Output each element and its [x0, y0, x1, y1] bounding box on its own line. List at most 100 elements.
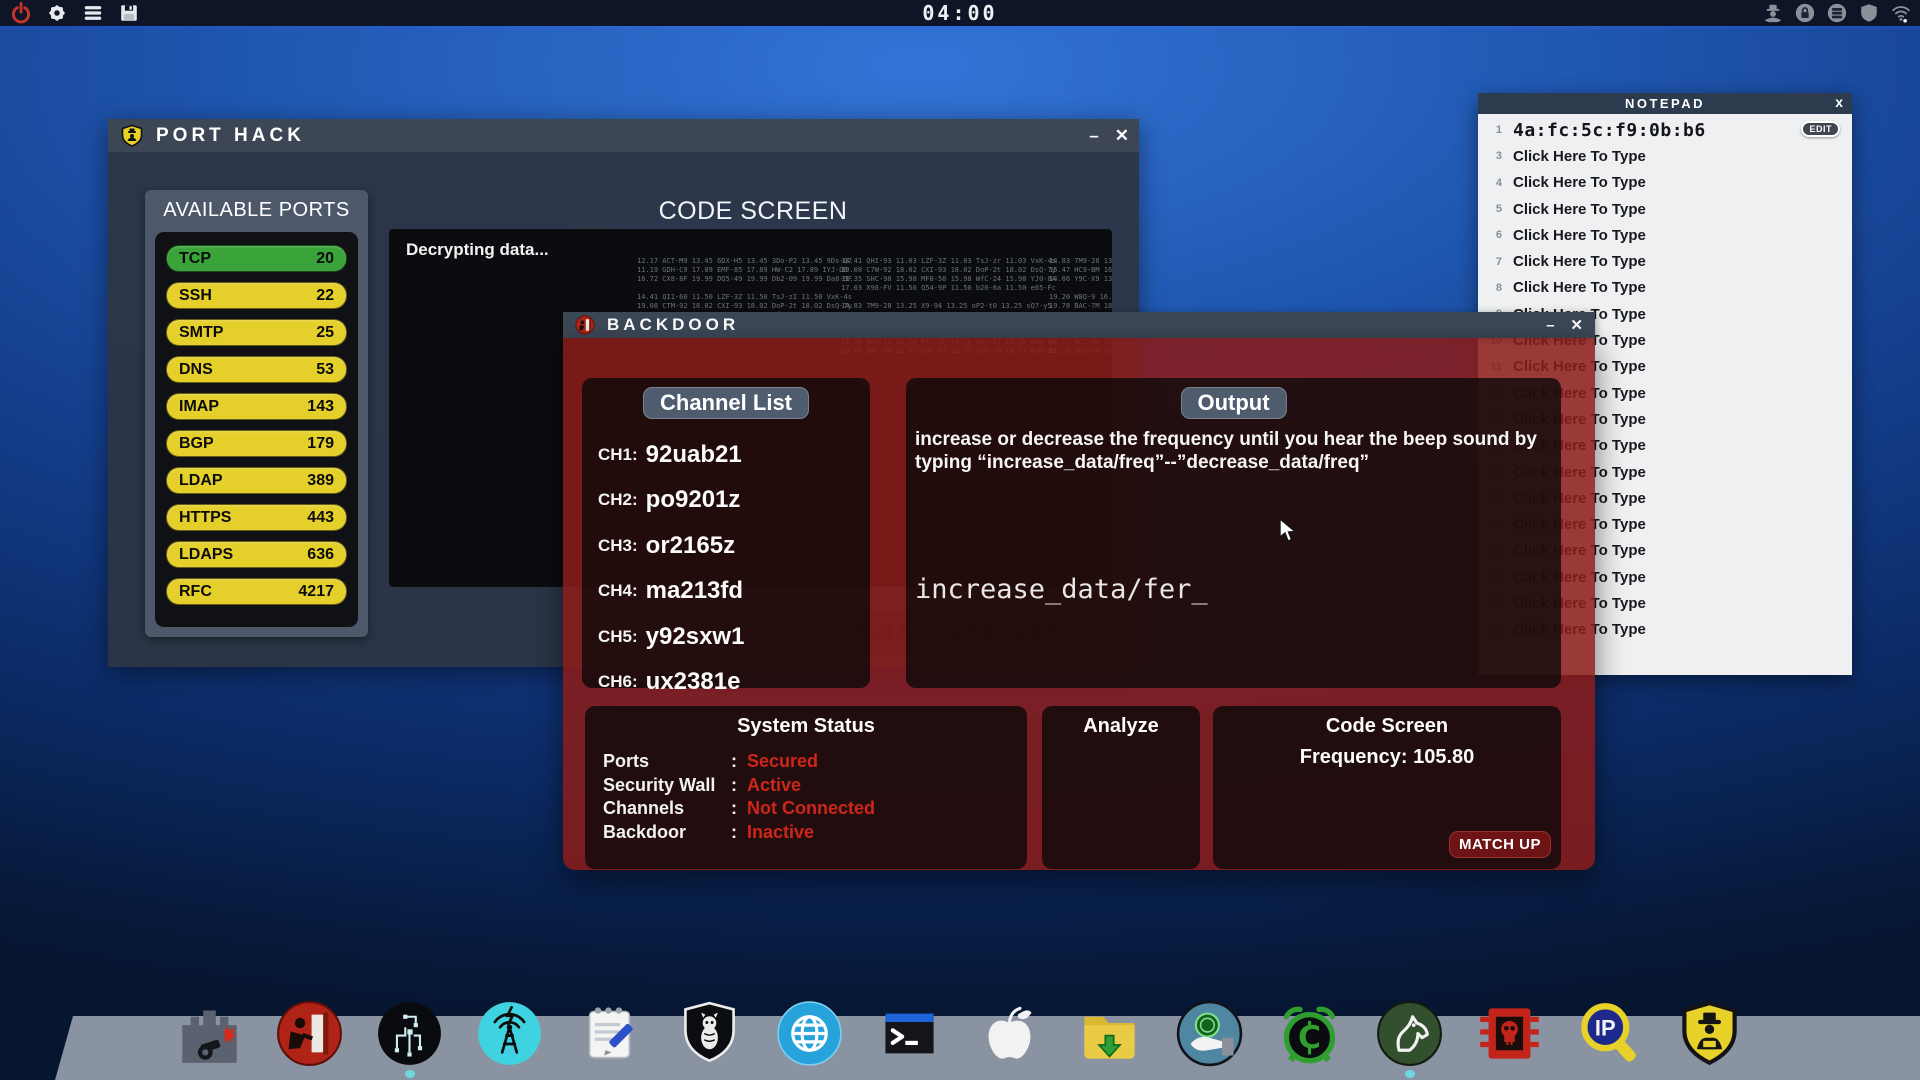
close-button[interactable]: x [1835, 94, 1843, 110]
notepad-line[interactable]: 3 Click Here To Type [1478, 143, 1852, 169]
match-up-button[interactable]: MATCH UP [1449, 831, 1551, 858]
apple-icon[interactable] [976, 1000, 1043, 1067]
output-instruction: increase or decrease the frequency until… [915, 428, 1551, 474]
close-button[interactable]: ✕ [1115, 126, 1129, 146]
top-menu-bar: 04:00 [0, 0, 1920, 26]
castle-cannon-icon[interactable] [176, 1000, 243, 1067]
channel-label: CH3: [598, 536, 638, 556]
decrypting-status: Decrypting data... [406, 240, 549, 260]
ports-list: TCP 20 SSH 22 SMTP 25 DNS 53 [155, 232, 358, 627]
line-text[interactable]: Click Here To Type [1513, 279, 1646, 296]
available-ports-title: AVAILABLE PORTS [145, 190, 368, 222]
circuit-icon[interactable] [376, 1000, 443, 1067]
line-text[interactable]: 4a:fc:5c:f9:0b:b6 [1513, 120, 1706, 141]
channel-code: or2165z [646, 532, 735, 560]
line-number: 4 [1478, 177, 1502, 189]
trojan-horse-icon[interactable] [1376, 1000, 1443, 1067]
notepad-line[interactable]: 5 Click Here To Type [1478, 196, 1852, 222]
edit-button[interactable]: EDIT [1801, 121, 1840, 137]
radio-tower-icon[interactable] [476, 1000, 543, 1067]
status-rows: Ports : Secured Security Wall : Active C… [603, 750, 1017, 844]
port-number: 389 [307, 472, 334, 490]
line-number: 7 [1478, 256, 1502, 268]
port-pill[interactable]: DNS 53 [166, 356, 347, 383]
lock-tray-icon[interactable] [1794, 2, 1816, 24]
status-value: Active [747, 775, 801, 796]
line-text[interactable]: Click Here To Type [1513, 253, 1646, 270]
channel-row: CH5: y92sxw1 [598, 614, 862, 660]
coin-hand-icon[interactable] [1176, 1000, 1243, 1067]
status-label: Ports [603, 751, 731, 772]
port-pill[interactable]: LDAPS 636 [166, 541, 347, 568]
ip-lookup-icon[interactable]: IP [1576, 1000, 1643, 1067]
channel-row: CH2: po9201z [598, 478, 862, 524]
line-number: 1 [1478, 124, 1502, 136]
port-name: SMTP [179, 324, 223, 342]
status-row: Channels : Not Connected [603, 797, 1017, 821]
line-text[interactable]: Click Here To Type [1513, 201, 1646, 218]
line-text[interactable]: Click Here To Type [1513, 148, 1646, 165]
port-pill[interactable]: HTTPS 443 [166, 504, 347, 531]
port-hack-titlebar[interactable]: PORT HACK – ✕ [108, 119, 1139, 152]
hacker-shield-icon[interactable] [1676, 1000, 1743, 1067]
chip-skull-icon[interactable] [1476, 1000, 1543, 1067]
backdoor-app-icon[interactable] [276, 1000, 343, 1067]
port-pill[interactable]: RFC 4217 [166, 578, 347, 605]
status-row: Backdoor : Inactive [603, 821, 1017, 845]
port-number: 179 [307, 435, 334, 453]
frequency-value: Frequency: 105.80 [1213, 746, 1561, 769]
close-button[interactable]: ✕ [1570, 316, 1583, 334]
clock: 04:00 [0, 1, 1920, 25]
port-pill[interactable]: SMTP 25 [166, 319, 347, 346]
channel-label: CH4: [598, 581, 638, 601]
minimize-button[interactable]: – [1546, 317, 1554, 334]
server-tray-icon[interactable] [1826, 2, 1848, 24]
terminal-icon[interactable] [876, 1000, 943, 1067]
spy-tray-icon[interactable] [1762, 2, 1784, 24]
typed-command[interactable]: increase_data/fer_ [915, 574, 1208, 605]
port-name: IMAP [179, 398, 219, 416]
system-status-panel: System Status Ports : Secured Security W… [585, 706, 1027, 869]
status-separator: : [731, 751, 747, 772]
notepad-line[interactable]: 6 Click Here To Type [1478, 222, 1852, 248]
notepad-titlebar[interactable]: NOTEPAD x [1478, 93, 1852, 114]
available-ports-panel: AVAILABLE PORTS TCP 20 SSH 22 SMTP 25 [145, 190, 368, 637]
backdoor-window: BACKDOOR – ✕ Channel List CH1: 92uab21 C… [563, 312, 1595, 870]
wifi-tray-icon[interactable] [1890, 2, 1912, 24]
analyze-panel[interactable]: Analyze [1042, 706, 1200, 869]
line-text[interactable]: Click Here To Type [1513, 174, 1646, 191]
notepad-line[interactable]: 8 Click Here To Type [1478, 275, 1852, 301]
port-name: DNS [179, 361, 213, 379]
notepad-line[interactable]: 7 Click Here To Type [1478, 248, 1852, 274]
channel-list-title: Channel List [643, 387, 809, 419]
port-name: LDAPS [179, 546, 233, 564]
minimize-button[interactable]: – [1089, 126, 1098, 146]
dock: C IP [176, 1000, 1743, 1067]
line-text[interactable]: Click Here To Type [1513, 227, 1646, 244]
download-folder-icon[interactable] [1076, 1000, 1143, 1067]
port-pill[interactable]: BGP 179 [166, 430, 347, 457]
port-name: TCP [179, 250, 211, 268]
notepad-line[interactable]: 1 4a:fc:5c:f9:0b:b6 EDIT [1478, 117, 1852, 143]
port-pill[interactable]: IMAP 143 [166, 393, 347, 420]
line-number: 5 [1478, 203, 1502, 215]
port-name: RFC [179, 583, 212, 601]
mouse-cursor [1278, 518, 1300, 549]
port-pill[interactable]: TCP 20 [166, 245, 347, 272]
channel-row: CH4: ma213fd [598, 569, 862, 615]
notes-icon[interactable] [576, 1000, 643, 1067]
port-pill[interactable]: SSH 22 [166, 282, 347, 309]
shield-tray-icon[interactable] [1858, 2, 1880, 24]
channel-code: y92sxw1 [646, 623, 745, 651]
port-pill[interactable]: LDAP 389 [166, 467, 347, 494]
owl-shield-icon[interactable] [676, 1000, 743, 1067]
status-separator: : [731, 822, 747, 843]
browser-globe-icon[interactable] [776, 1000, 843, 1067]
port-number: 143 [307, 398, 334, 416]
crypto-clock-icon[interactable]: C [1276, 1000, 1343, 1067]
code-screen-mini-panel: Code Screen Frequency: 105.80 MATCH UP [1213, 706, 1561, 869]
backdoor-titlebar[interactable]: BACKDOOR – ✕ [563, 312, 1595, 338]
notepad-line[interactable]: 4 Click Here To Type [1478, 170, 1852, 196]
status-label: Security Wall [603, 775, 731, 796]
port-number: 20 [316, 250, 334, 268]
